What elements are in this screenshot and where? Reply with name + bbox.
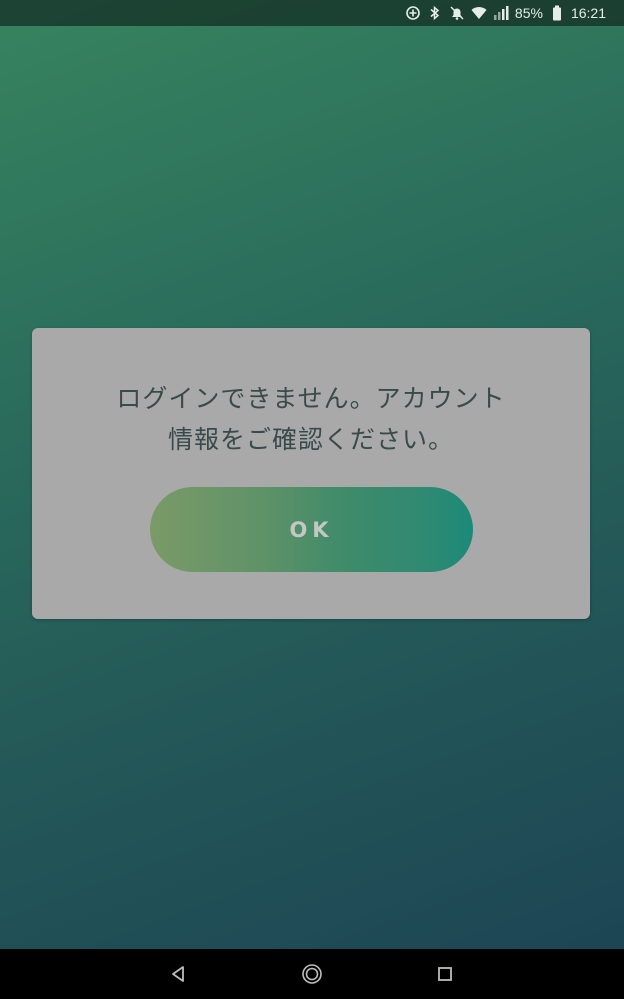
navigation-bar [0,949,624,999]
battery-percent: 85% [514,5,543,21]
signal-icon [493,5,509,21]
back-button[interactable] [149,949,209,999]
home-icon [302,964,322,984]
recents-icon [438,967,452,981]
status-bar: 85% 16:21 [0,0,624,26]
ok-button[interactable]: OK [150,487,473,572]
recents-button[interactable] [415,949,475,999]
battery-icon [549,5,565,21]
back-icon [172,966,184,982]
data-saver-icon [405,5,421,21]
screen: 85% 16:21 ログインできません。アカウント 情報をご確認ください。 OK [0,0,624,999]
wifi-icon [471,5,487,21]
home-button[interactable] [282,949,342,999]
dialog-message-line1: ログインできません。アカウント [116,384,506,413]
alarm-off-icon [449,5,465,21]
bluetooth-icon [427,5,443,21]
dialog-message: ログインできません。アカウント 情報をご確認ください。 [32,378,590,460]
clock: 16:21 [570,5,606,21]
dialog-message-line2: 情報をご確認ください。 [167,425,454,454]
error-dialog: ログインできません。アカウント 情報をご確認ください。 OK [32,328,590,619]
